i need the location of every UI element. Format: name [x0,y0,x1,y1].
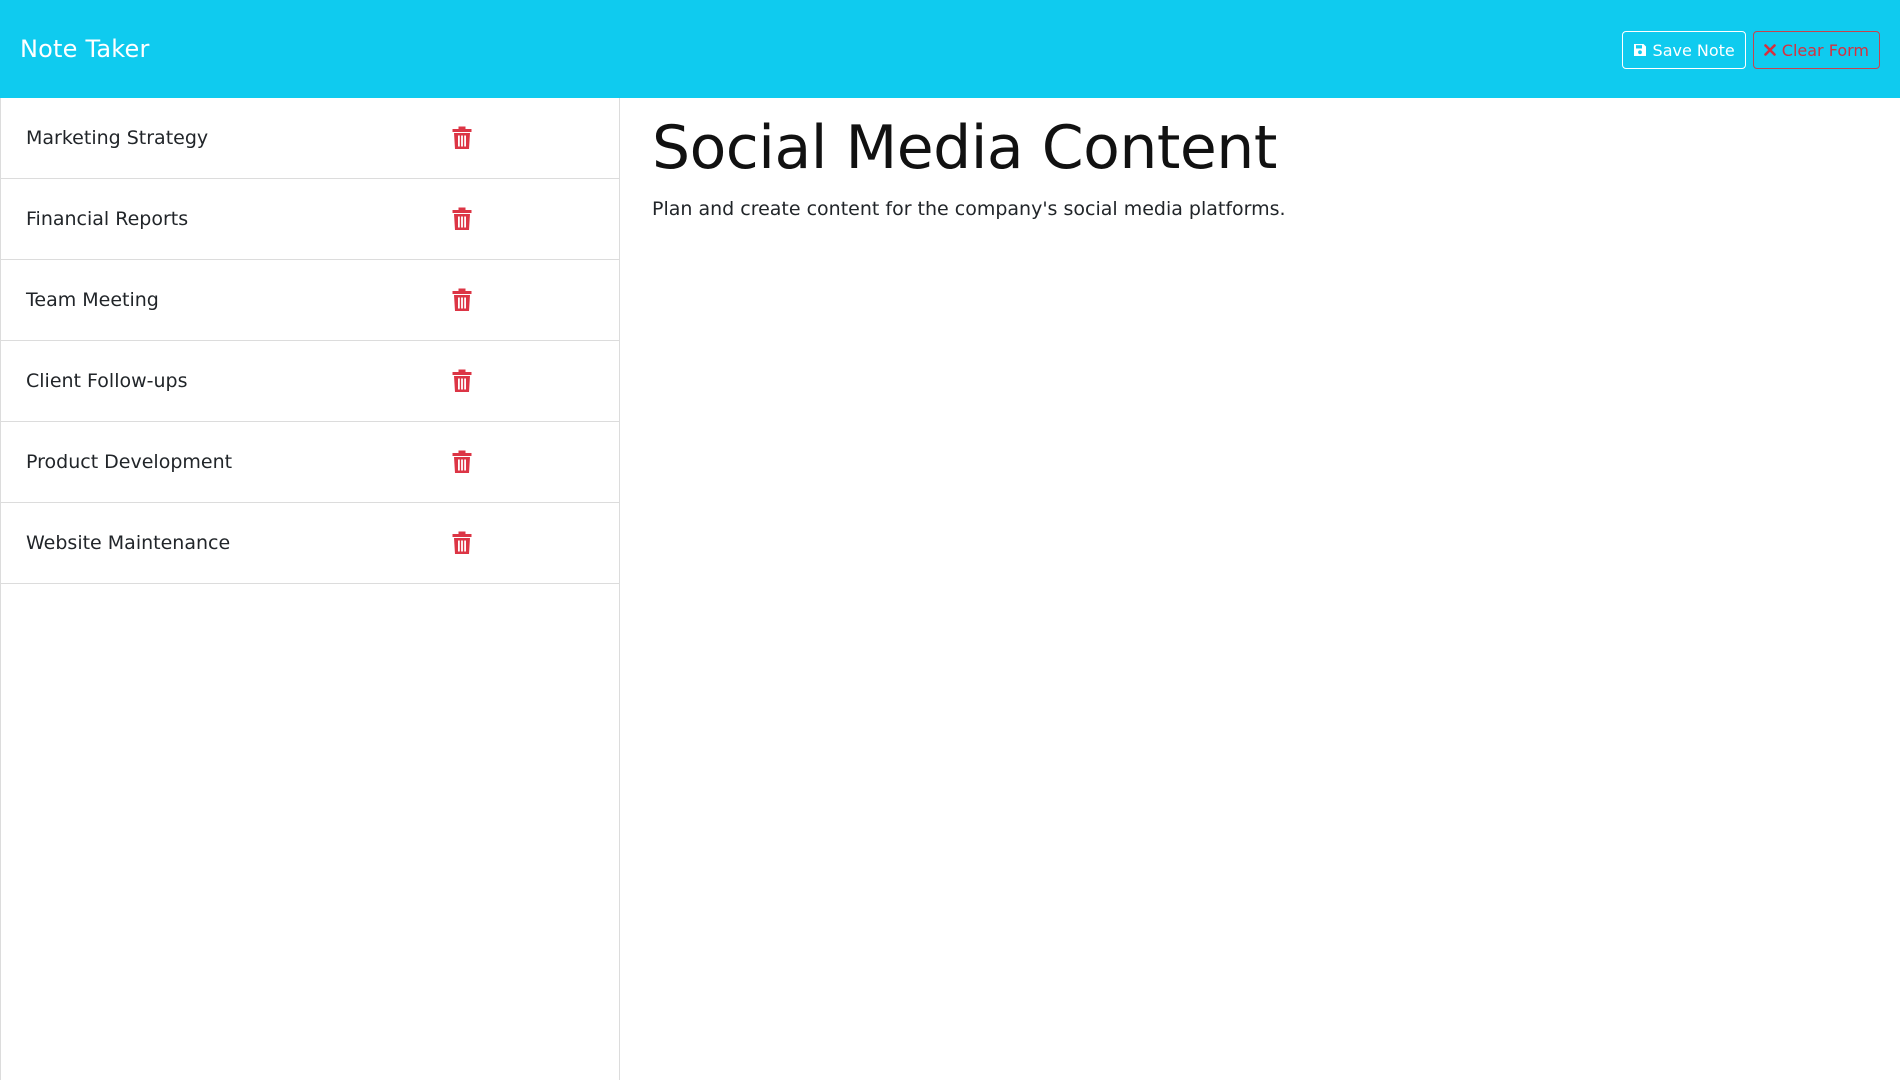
note-list-item-title: Team Meeting [26,289,159,311]
note-list-item[interactable]: Financial Reports [1,179,619,260]
note-list: Marketing Strategy Financial Reports Tea… [1,98,619,584]
note-list-item[interactable]: Website Maintenance [1,503,619,584]
note-list-item[interactable]: Team Meeting [1,260,619,341]
note-text[interactable]: Plan and create content for the company'… [652,198,1872,220]
trash-icon[interactable] [452,450,472,474]
toolbar: Save Note Clear Form [1621,31,1880,69]
trash-icon[interactable] [452,531,472,555]
floppy-disk-icon [1633,43,1647,57]
trash-icon[interactable] [452,126,472,150]
note-list-item-title: Client Follow-ups [26,370,188,392]
note-title[interactable]: Social Media Content [652,112,1872,184]
save-note-label: Save Note [1652,40,1735,60]
note-list-item[interactable]: Product Development [1,422,619,503]
clear-form-button[interactable]: Clear Form [1752,31,1880,69]
note-list-item-title: Product Development [26,451,233,473]
note-list-item[interactable]: Marketing Strategy [1,98,619,179]
notes-sidebar: Marketing Strategy Financial Reports Tea… [0,98,620,1080]
trash-icon[interactable] [452,288,472,312]
trash-icon[interactable] [452,369,472,393]
navbar: Note Taker Save Note Clear Form [0,0,1900,98]
note-list-item-title: Financial Reports [26,208,189,230]
save-note-button[interactable]: Save Note [1621,31,1746,69]
note-list-item-title: Website Maintenance [26,532,231,554]
clear-form-label: Clear Form [1781,40,1869,60]
note-view: Social Media Content Plan and create con… [652,98,1872,220]
note-list-item-title: Marketing Strategy [26,127,209,149]
note-list-item[interactable]: Client Follow-ups [1,341,619,422]
app-title[interactable]: Note Taker [20,35,150,63]
close-icon [1763,44,1776,56]
trash-icon[interactable] [452,207,472,231]
